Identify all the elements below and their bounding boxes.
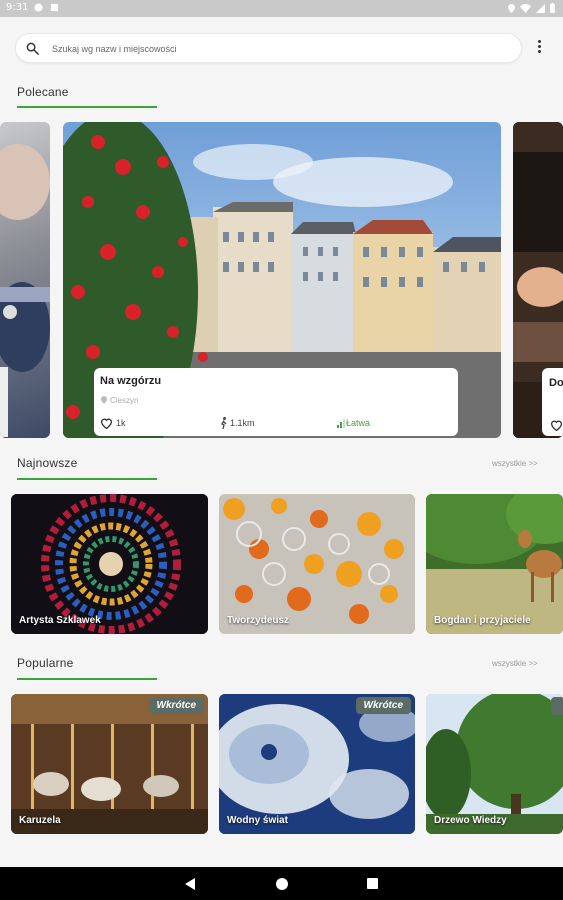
search-icon — [26, 42, 39, 55]
featured-likes: 1k — [116, 418, 126, 428]
deer-image — [426, 494, 563, 634]
sd-card-icon — [50, 3, 59, 12]
location-pin-icon — [101, 396, 107, 404]
tree-image — [426, 694, 563, 834]
notification-icon — [34, 3, 43, 12]
section-title-featured: Polecane — [17, 85, 69, 99]
signal-icon — [536, 3, 545, 13]
featured-right-info-box: Do — [542, 368, 563, 436]
navigation-bar — [0, 867, 563, 900]
newest-card-3[interactable]: Bogdan i przyjaciele — [426, 494, 563, 634]
see-all-popular[interactable]: wszystkie >> — [492, 659, 538, 668]
heart-icon-right — [550, 420, 563, 431]
popular-card-2[interactable]: Wkrótce Wodny świat — [219, 694, 415, 834]
newest-underline — [17, 478, 157, 480]
popular-card-3-label: Drzewo Wiedzy — [434, 815, 507, 826]
status-icons — [508, 3, 555, 13]
hurricane-image — [219, 694, 415, 834]
featured-card-left[interactable] — [0, 122, 50, 438]
popular-card-3[interactable]: Drzewo Wiedzy — [426, 694, 563, 834]
popular-card-1-label: Karuzela — [19, 815, 61, 826]
see-all-newest[interactable]: wszystkie >> — [492, 459, 538, 468]
back-icon[interactable] — [185, 878, 196, 890]
search-bar[interactable] — [15, 33, 522, 63]
glass-cylinders-image — [219, 494, 415, 634]
featured-distance: 1.1km — [230, 418, 255, 428]
heart-icon[interactable] — [100, 417, 113, 429]
popular-card-2-label: Wodny świat — [227, 815, 288, 826]
difficulty-bars-icon — [337, 419, 345, 428]
battery-icon — [550, 3, 555, 13]
newest-card-1-label: Artysta Szklawek — [19, 615, 101, 626]
status-time: 9:31 — [6, 2, 29, 13]
popular-card-1-badge: Wkrótce — [148, 697, 204, 714]
wifi-icon — [520, 3, 531, 13]
recents-icon[interactable] — [367, 878, 378, 889]
more-options-icon[interactable] — [533, 40, 545, 56]
location-icon — [508, 3, 515, 13]
section-title-popular: Popularne — [17, 656, 74, 670]
featured-title: Na wzgórzu — [100, 375, 162, 387]
featured-difficulty: Łatwa — [346, 418, 371, 428]
section-title-newest: Najnowsze — [17, 456, 78, 470]
walking-icon — [221, 417, 227, 429]
stained-glass-image — [11, 494, 208, 634]
carousel-image — [11, 694, 208, 834]
featured-card-right[interactable]: Do — [513, 122, 563, 438]
search-input[interactable] — [52, 40, 512, 58]
featured-right-title: Do — [549, 377, 563, 389]
newest-card-2[interactable]: Tworzydeusz — [219, 494, 415, 634]
newest-card-3-label: Bogdan i przyjaciele — [434, 615, 531, 626]
newest-card-1[interactable]: Artysta Szklawek — [11, 494, 208, 634]
popular-underline — [17, 678, 157, 680]
popular-card-2-badge: Wkrótce — [355, 697, 411, 714]
newest-card-2-label: Tworzydeusz — [227, 615, 290, 626]
featured-info-box[interactable]: Na wzgórzu Cieszyn 1k 1.1km Łatwa — [94, 368, 458, 436]
popular-card-1[interactable]: Wkrótce Karuzela — [11, 694, 208, 834]
featured-location: Cieszyn — [110, 396, 139, 405]
featured-underline — [17, 106, 157, 108]
status-bar: 9:31 — [0, 0, 563, 17]
popular-card-3-badge-partial — [551, 697, 563, 715]
home-icon[interactable] — [276, 878, 288, 890]
featured-card-left-image — [0, 144, 50, 437]
